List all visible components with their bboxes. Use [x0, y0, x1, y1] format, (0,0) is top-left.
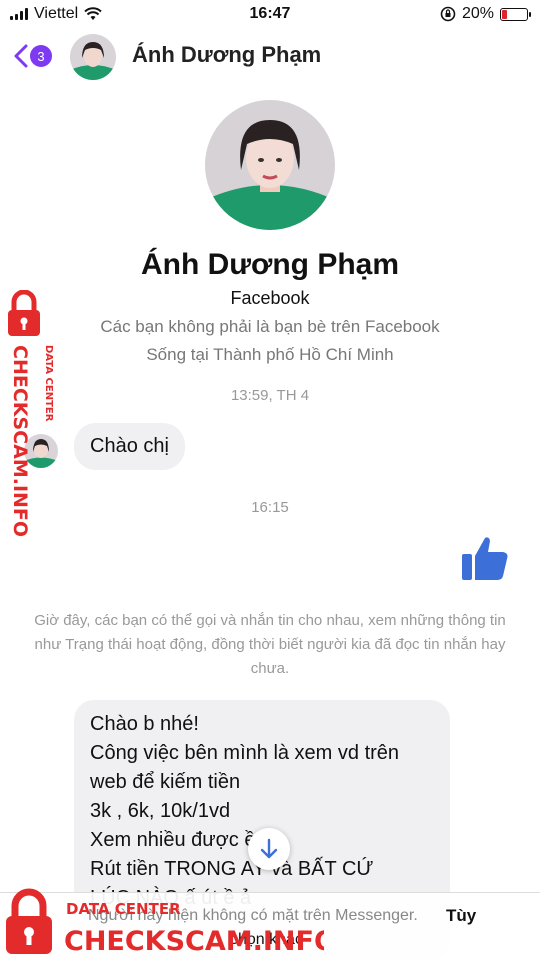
lock-icon [6, 888, 52, 954]
watermark-small: DATA CENTER [43, 345, 54, 422]
message-bubble[interactable]: Chào chị [74, 423, 185, 470]
options-link[interactable]: Tùy [446, 906, 476, 926]
battery-icon [500, 7, 531, 21]
watermark-big: CHECKSCAM.INFO [9, 345, 31, 537]
contact-name[interactable]: Ánh Dương Phạm [132, 42, 321, 68]
unread-badge: 3 [30, 45, 52, 67]
status-bar: Viettel 16:47 20% [0, 0, 540, 30]
message-line: Chào b nhé! [90, 713, 199, 735]
status-right: 20% [440, 5, 531, 23]
watermark: DATA CENTER CHECKSCAM.INFO [6, 888, 324, 957]
arrow-down-icon [260, 838, 278, 859]
chevron-left-icon [14, 44, 28, 68]
watermark-small: DATA CENTER [66, 900, 181, 918]
friend-status: Các bạn không phải là bạn bè trên Facebo… [100, 317, 440, 336]
watermark-big: CHECKSCAM.INFO [64, 926, 324, 957]
rotation-lock-icon [440, 6, 456, 22]
messenger-notice: Giờ đây, các bạn có thể gọi và nhắn tin … [34, 612, 506, 677]
profile-name: Ánh Dương Phạm [140, 248, 400, 281]
lock-icon [8, 290, 40, 336]
avatar[interactable] [70, 34, 116, 80]
timestamp: 16:15 [251, 499, 289, 516]
timestamp: 13:59, TH 4 [230, 387, 310, 404]
message-line: Công việc bên mình là xem vd trên [90, 742, 400, 764]
like-icon[interactable] [459, 532, 511, 584]
scroll-down-button[interactable] [248, 828, 290, 870]
battery-percent: 20% [461, 5, 494, 22]
profile-location: Sống tại Thành phố Hồ Chí Minh [146, 345, 394, 364]
profile-platform: Facebook [230, 288, 310, 308]
profile-photo[interactable] [205, 100, 335, 230]
message-line: web để kiếm tiền [90, 771, 241, 793]
chat-header: 3 Ánh Dương Phạm [0, 30, 540, 82]
back-button[interactable]: 3 [14, 40, 60, 72]
message-line: 3k , 6k, 10k/1vd [90, 800, 231, 822]
watermark: DATA CENTER CHECKSCAM.INFO [8, 290, 54, 537]
